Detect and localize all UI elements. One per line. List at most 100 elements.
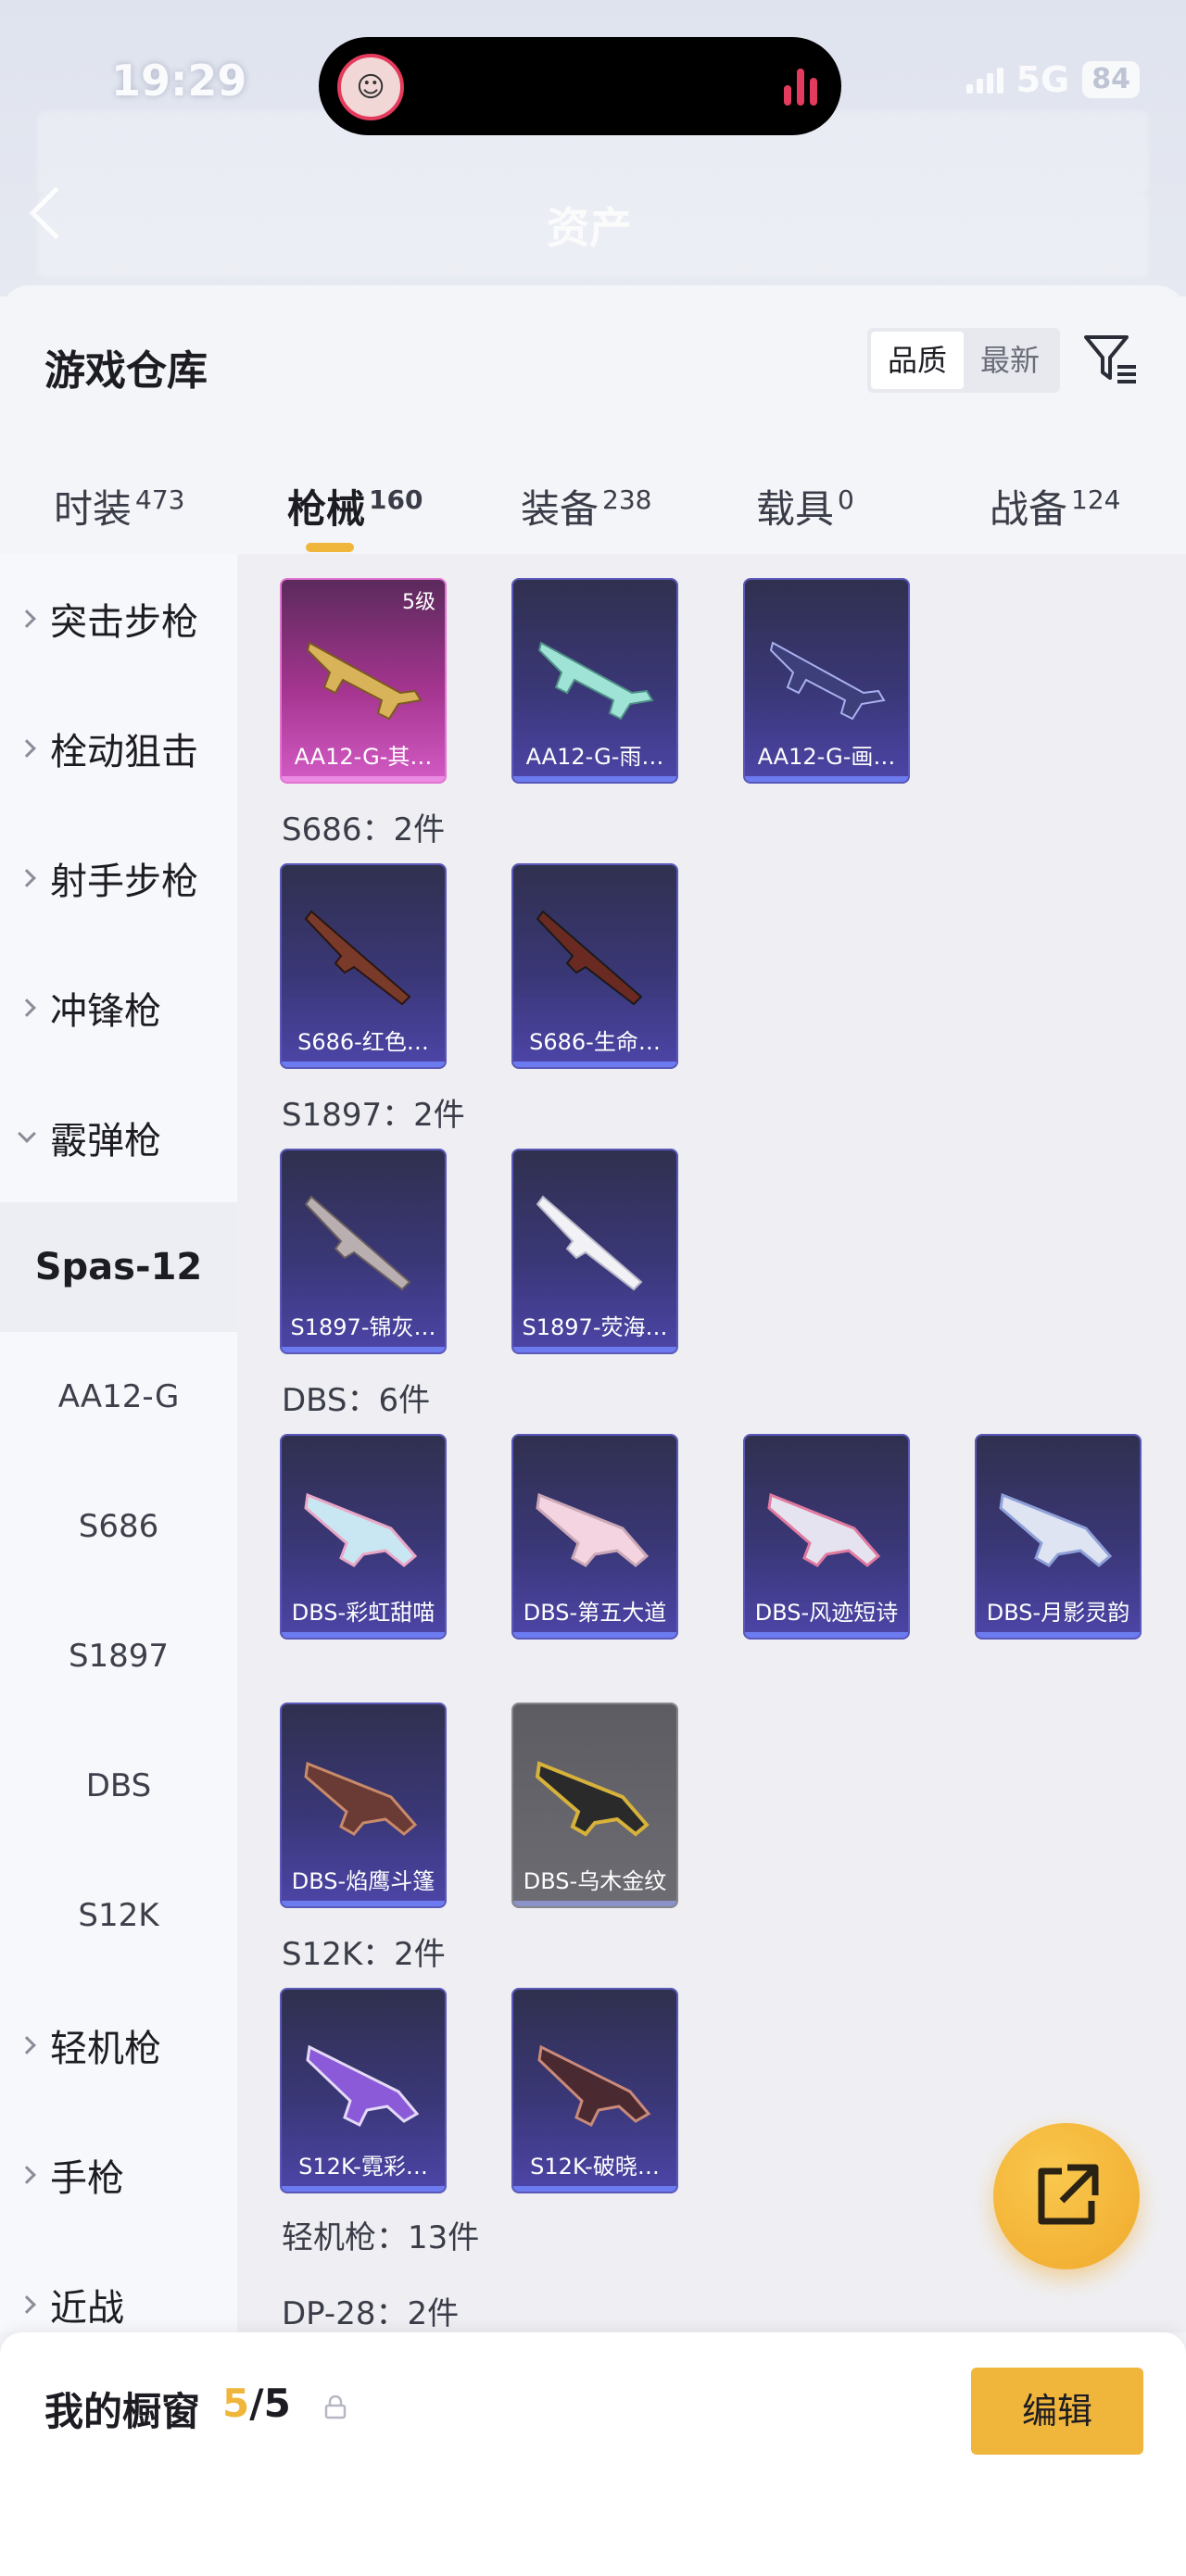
sidebar: 突击步枪 栓动狙击 射手步枪 冲锋枪 霰弹枪 Spas-12 AA12-G S6…	[0, 554, 237, 2332]
shotgun-icon	[537, 2044, 651, 2128]
rarity-bar	[745, 776, 908, 782]
item-card[interactable]: DBS-风迹短诗	[743, 1434, 910, 1640]
item-card[interactable]: AA12-G-画…	[743, 578, 910, 784]
item-card[interactable]: S1897-锦灰…	[280, 1149, 447, 1354]
chevron-down-icon	[18, 1125, 36, 1143]
page-title: 资产	[547, 203, 632, 253]
rarity-bar	[513, 1901, 676, 1906]
item-card[interactable]: S686-红色…	[280, 863, 447, 1069]
sidebar-item-marksman-rifle[interactable]: 射手步枪	[0, 813, 237, 943]
sidebar-item-dbs[interactable]: DBS	[0, 1721, 237, 1851]
item-name: DBS-彩虹甜喵	[291, 1600, 435, 1626]
item-name: AA12-G-雨…	[525, 744, 664, 770]
sidebar-item-label: 突击步枪	[50, 601, 198, 644]
rarity-bar	[282, 1347, 445, 1352]
rarity-bar	[282, 2186, 445, 2192]
item-grid: 5级 AA12-G-其… AA12-G-雨… AA12-G-画… S686：2件…	[237, 554, 1186, 2332]
item-name: S686-生命…	[529, 1029, 661, 1055]
tab-equipment[interactable]: 装备 238	[521, 478, 651, 534]
chevron-right-icon	[18, 609, 36, 628]
rarity-bar	[513, 1062, 676, 1067]
filter-icon[interactable]	[1080, 330, 1140, 389]
tab-count: 124	[1071, 484, 1121, 515]
showcase-bar: 我的橱窗 5/5 编辑	[0, 2332, 1186, 2576]
tab-guns[interactable]: 枪械 160	[287, 478, 423, 534]
group-label-s1897: S1897：2件	[282, 1097, 465, 1134]
share-icon	[1038, 2164, 1099, 2225]
item-card[interactable]: S686-生命…	[511, 863, 678, 1069]
item-name: DBS-焰鹰斗篷	[291, 1868, 435, 1894]
chevron-right-icon	[18, 2295, 36, 2314]
item-card[interactable]: AA12-G-雨…	[511, 578, 678, 784]
rifle-icon	[537, 641, 654, 721]
sidebar-item-label: 冲锋枪	[50, 990, 161, 1033]
sidebar-item-aa12g[interactable]: AA12-G	[0, 1332, 237, 1462]
item-name: AA12-G-画…	[757, 744, 896, 770]
item-card[interactable]: S12K-破晓…	[511, 1988, 678, 2193]
item-card[interactable]: S12K-霓彩…	[280, 1988, 447, 2193]
item-name: S1897-荧海…	[522, 1314, 668, 1340]
tab-label: 枪械	[287, 486, 366, 532]
item-card[interactable]: S1897-荧海…	[511, 1149, 678, 1354]
sidebar-item-label: 霰弹枪	[50, 1120, 161, 1162]
shotgun-icon	[304, 1492, 418, 1567]
item-card[interactable]: DBS-乌木金纹	[511, 1703, 678, 1908]
tab-label: 载具	[756, 486, 835, 532]
group-label-dp28: DP-28：2件	[282, 2295, 460, 2332]
avatar-icon: ☺	[337, 54, 404, 120]
rarity-bar	[282, 1632, 445, 1638]
sidebar-item-s686[interactable]: S686	[0, 1462, 237, 1591]
tab-vehicles[interactable]: 载具 0	[756, 478, 854, 534]
item-name: S12K-破晓…	[530, 2154, 660, 2180]
edit-button[interactable]: 编辑	[971, 2368, 1143, 2455]
rarity-bar	[513, 1347, 676, 1352]
sidebar-item-s1897[interactable]: S1897	[0, 1591, 237, 1721]
sidebar-item-s12k[interactable]: S12K	[0, 1851, 237, 1980]
tab-label: 时装	[54, 486, 132, 532]
sidebar-item-melee[interactable]: 近战	[0, 2240, 237, 2332]
sidebar-item-spas12[interactable]: Spas-12	[0, 1202, 237, 1332]
lock-icon	[324, 2395, 347, 2419]
chevron-right-icon	[18, 869, 36, 887]
shotgun-icon	[535, 1761, 650, 1837]
battery-level: 84	[1082, 61, 1140, 98]
status-time: 19:29	[111, 56, 247, 106]
sort-toggle: 品质 最新	[867, 328, 1060, 393]
showcase-count-total: /5	[249, 2381, 291, 2426]
sidebar-item-assault-rifle[interactable]: 突击步枪	[0, 554, 237, 684]
active-tab-indicator	[306, 543, 354, 552]
tab-supplies[interactable]: 战备 124	[990, 478, 1120, 534]
chevron-right-icon	[18, 2166, 36, 2184]
rarity-bar	[513, 2186, 676, 2192]
sidebar-item-label: 近战	[50, 2287, 124, 2330]
item-card[interactable]: DBS-月影灵韵	[975, 1434, 1142, 1640]
panel-title: 游戏仓库	[44, 347, 208, 395]
shotgun-icon	[999, 1492, 1113, 1567]
item-card[interactable]: DBS-第五大道	[511, 1434, 678, 1640]
rarity-bar	[282, 1062, 445, 1067]
share-button[interactable]	[993, 2123, 1140, 2269]
sidebar-item-bolt-sniper[interactable]: 栓动狙击	[0, 684, 237, 813]
item-name: S12K-霓彩…	[298, 2154, 428, 2180]
sidebar-item-smg[interactable]: 冲锋枪	[0, 943, 237, 1073]
sort-option-quality[interactable]: 品质	[871, 332, 964, 389]
tab-fashion[interactable]: 时装 473	[54, 478, 184, 534]
tab-count: 160	[369, 484, 423, 515]
item-name: S1897-锦灰…	[290, 1314, 436, 1340]
sidebar-item-pistol[interactable]: 手枪	[0, 2110, 237, 2240]
audio-bars-icon	[784, 67, 817, 106]
item-name: DBS-乌木金纹	[523, 1868, 667, 1894]
item-card[interactable]: DBS-彩虹甜喵	[280, 1434, 447, 1640]
item-card[interactable]: 5级 AA12-G-其…	[280, 578, 447, 784]
shotgun-icon	[767, 1492, 881, 1567]
sidebar-item-lmg[interactable]: 轻机枪	[0, 1980, 237, 2110]
item-card[interactable]: DBS-焰鹰斗篷	[280, 1703, 447, 1908]
sort-option-latest[interactable]: 最新	[964, 332, 1056, 389]
sidebar-item-shotgun[interactable]: 霰弹枪	[0, 1073, 237, 1202]
chevron-right-icon	[18, 999, 36, 1017]
shotgun-icon	[304, 1761, 418, 1836]
network-type: 5G	[1016, 59, 1070, 100]
tab-count: 238	[602, 484, 652, 515]
rarity-bar	[282, 776, 445, 782]
chevron-right-icon	[18, 739, 36, 758]
